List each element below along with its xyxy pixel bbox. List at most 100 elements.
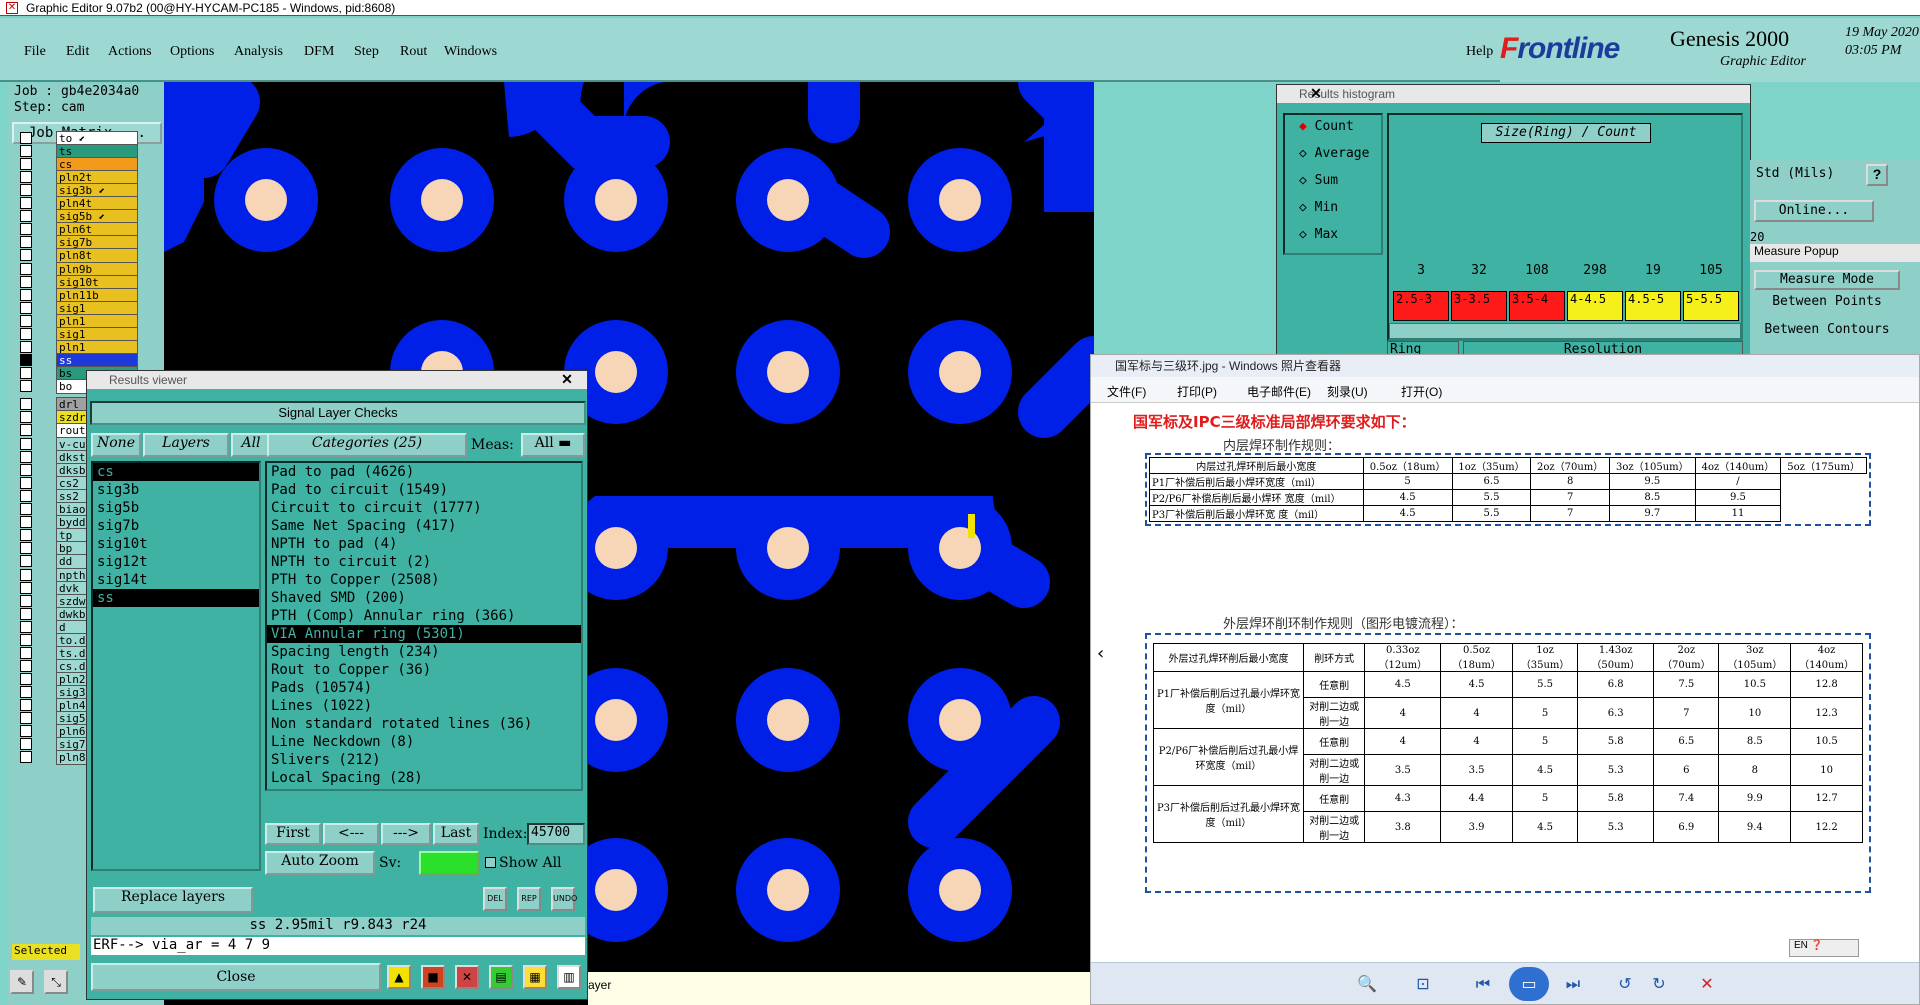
layer-checkbox[interactable] [20, 379, 32, 392]
close-icon[interactable]: ✕ [553, 372, 581, 388]
language-bar[interactable]: EN ❓ [1789, 939, 1859, 957]
menu-windows[interactable]: Windows [440, 40, 501, 64]
tool-icon-2[interactable]: ■ [421, 965, 445, 989]
tool-icon-1[interactable]: ▲ [387, 965, 411, 989]
rv-category-item[interactable]: Rout to Copper (36) [267, 661, 581, 679]
help-button[interactable]: ? [1866, 164, 1888, 186]
last-button[interactable]: Last [433, 823, 479, 845]
rv-category-list[interactable]: Pad to pad (4626) Pad to circuit (1549) Ci… [265, 461, 583, 791]
rv-layer-item[interactable]: cs [93, 463, 259, 481]
min-option[interactable]: ◇ Min [1299, 200, 1338, 215]
next-icon[interactable]: ⏭ [1561, 973, 1585, 995]
average-option[interactable]: ◇ Average [1299, 146, 1369, 161]
prev-button[interactable]: <--- [323, 823, 379, 845]
none-button[interactable]: None [91, 433, 141, 457]
rv-category-item[interactable]: NPTH to pad (4) [267, 535, 581, 553]
bin-bar[interactable]: 4-4.5 [1567, 291, 1623, 321]
max-option[interactable]: ◇ Max [1299, 227, 1338, 242]
rv-layer-item[interactable]: sig10t [93, 535, 259, 553]
rv-category-item[interactable]: Circuit to circuit (1777) [267, 499, 581, 517]
show-all-checkbox[interactable] [485, 857, 496, 868]
meas-select[interactable]: All ▬ [521, 433, 585, 457]
rv-category-item[interactable]: NPTH to circuit (2) [267, 553, 581, 571]
edit-tool-icon[interactable]: ✎ [10, 970, 34, 994]
rep-icon[interactable]: REP [517, 887, 541, 911]
rv-category-item[interactable]: VIA Annular ring (5301) [267, 625, 581, 643]
rotate-right-icon[interactable]: ↻ [1647, 973, 1671, 995]
bin-bar[interactable]: 4.5-5 [1625, 291, 1681, 321]
rv-category-item[interactable]: Pad to circuit (1549) [267, 481, 581, 499]
menu-file[interactable]: File [20, 40, 50, 64]
menu-dfm[interactable]: DFM [300, 40, 338, 64]
bin-bar[interactable]: 3-3.5 [1451, 291, 1507, 321]
histogram-scrollbar[interactable] [1389, 323, 1741, 339]
rv-layer-item[interactable]: sig7b [93, 517, 259, 535]
rv-layer-item[interactable]: sig12t [93, 553, 259, 571]
slideshow-icon[interactable]: ▭ [1509, 967, 1549, 1001]
replace-layers-button[interactable]: Replace layers [93, 887, 253, 913]
index-field[interactable]: 45700 [527, 823, 585, 845]
rv-layer-item[interactable]: ss [93, 589, 259, 607]
delete-icon[interactable]: ✕ [1695, 973, 1719, 995]
rv-category-item[interactable]: PTH (Comp) Annular ring (366) [267, 607, 581, 625]
menu-step[interactable]: Step [350, 40, 383, 64]
menu-options[interactable]: Options [166, 40, 218, 64]
del-icon[interactable]: DEL [483, 887, 507, 911]
close-button[interactable]: Close [91, 963, 381, 991]
bin-bar[interactable]: 3.5-4 [1509, 291, 1565, 321]
menu-help[interactable]: Help [1462, 40, 1497, 64]
rv-category-item[interactable]: Pad to pad (4626) [267, 463, 581, 481]
rv-category-item[interactable]: Slivers (212) [267, 751, 581, 769]
sv-select[interactable] [419, 851, 479, 875]
sum-option[interactable]: ◇ Sum [1299, 173, 1338, 188]
menu-burn-cn[interactable]: 刻录(U) [1327, 383, 1368, 400]
menu-actions[interactable]: Actions [104, 40, 156, 64]
rv-layer-list[interactable]: cs sig3b sig5b sig7b sig10t sig12t sig14t ss [91, 461, 261, 871]
menu-email-cn[interactable]: 电子邮件(E) [1247, 383, 1311, 400]
zoom-tool-icon[interactable]: ⤡ [44, 970, 68, 994]
auto-zoom-button[interactable]: Auto Zoom [265, 851, 375, 875]
all-button[interactable]: All [231, 433, 271, 457]
first-button[interactable]: First [265, 823, 321, 845]
rv-category-item[interactable]: Spacing length (234) [267, 643, 581, 661]
rv-category-item[interactable]: Lines (1022) [267, 697, 581, 715]
rotate-left-icon[interactable]: ↺ [1613, 973, 1637, 995]
rv-layer-item[interactable]: sig5b [93, 499, 259, 517]
between-contours-option[interactable]: Between Contours [1754, 322, 1900, 342]
bin-bar[interactable]: 5-5.5 [1683, 291, 1739, 321]
bin-bar[interactable]: 2.5-3 [1393, 291, 1449, 321]
menu-rout[interactable]: Rout [396, 40, 431, 64]
rv-category-item[interactable]: Pads (10574) [267, 679, 581, 697]
tool-icon-4[interactable]: ▤ [489, 965, 513, 989]
previous-icon[interactable]: ⏮ [1471, 973, 1495, 995]
layer-checkbox[interactable] [20, 751, 32, 764]
rv-category-item[interactable]: Non standard rotated lines (36) [267, 715, 581, 733]
prev-image-icon[interactable]: ‹ [1097, 643, 1104, 664]
next-button[interactable]: ---> [381, 823, 431, 845]
count-option[interactable]: ◆ Count [1299, 119, 1354, 134]
rv-category-item[interactable]: Line Neckdown (8) [267, 733, 581, 751]
rv-category-item[interactable]: Same Net Spacing (417) [267, 517, 581, 535]
undo-icon[interactable]: UNDO [551, 887, 577, 911]
rv-layer-item[interactable]: sig3b [93, 481, 259, 499]
layers-button[interactable]: Layers [143, 433, 229, 457]
histogram-close-icon[interactable]: ✕ [1302, 86, 1330, 102]
chart-icon[interactable]: ▥ [557, 965, 581, 989]
tool-icon-3[interactable]: ✕ [455, 965, 479, 989]
rv-category-item[interactable]: PTH to Copper (2508) [267, 571, 581, 589]
rv-layer-item[interactable]: sig14t [93, 571, 259, 589]
layer-checkbox[interactable] [20, 424, 32, 437]
zoom-icon[interactable]: 🔍 [1355, 973, 1379, 995]
actual-size-icon[interactable]: ⊡ [1411, 973, 1435, 995]
online-button[interactable]: Online... [1754, 200, 1874, 222]
rv-category-item[interactable]: Shaved SMD (200) [267, 589, 581, 607]
tool-icon-5[interactable]: ▦ [523, 965, 547, 989]
rv-category-item[interactable]: Local Spacing (28) [267, 769, 581, 787]
menu-file-cn[interactable]: 文件(F) [1107, 383, 1146, 400]
menu-open-cn[interactable]: 打开(O) [1401, 383, 1442, 400]
menu-edit[interactable]: Edit [62, 40, 93, 64]
menu-analysis[interactable]: Analysis [230, 40, 287, 64]
between-points-option[interactable]: Between Points [1754, 294, 1900, 314]
categories-button[interactable]: Categories (25) [267, 433, 467, 457]
menu-print-cn[interactable]: 打印(P) [1177, 383, 1217, 400]
